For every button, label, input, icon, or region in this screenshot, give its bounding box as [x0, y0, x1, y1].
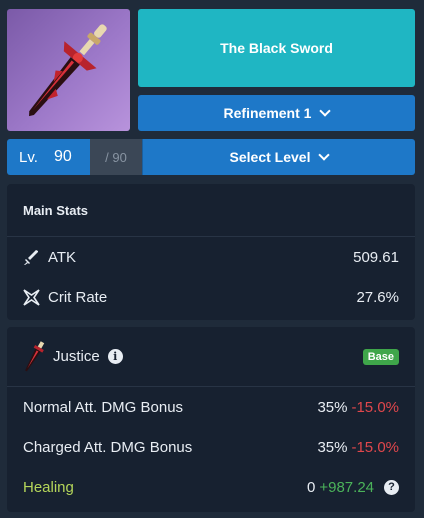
sword-icon: [25, 340, 45, 371]
stat-row-atk: ATK 509.61: [7, 237, 415, 277]
stat-label: Crit Rate: [48, 288, 108, 306]
stat-value: 27.6%: [356, 288, 399, 306]
passive-row-value: 0: [307, 478, 316, 496]
help-icon[interactable]: ?: [384, 479, 399, 495]
passive-row-label: Normal Att. DMG Bonus: [23, 398, 184, 416]
chevron-down-icon: [318, 149, 331, 161]
passive-row-value: 35%: [317, 438, 348, 456]
passive-row-delta: -15.0%: [351, 438, 399, 456]
passive-row-label: Healing: [23, 478, 74, 496]
sword-icon: [29, 24, 107, 117]
info-icon[interactable]: i: [107, 349, 123, 364]
stat-row-crit-rate: Crit Rate 27.6%: [7, 277, 415, 317]
main-stats-card: Main Stats ATK 509.61 Crit Rate 27.6%: [7, 184, 415, 320]
passive-row-delta: -15.0%: [351, 398, 399, 416]
passive-row-delta: +987.24: [319, 478, 374, 496]
passive-row-healing: Healing 0 +987.24 ?: [7, 467, 415, 507]
passive-header: Justice i Base: [7, 327, 415, 387]
weapon-image: [7, 9, 130, 131]
passive-card: Justice i Base Normal Att. DMG Bonus 35%…: [7, 327, 415, 512]
crit-star-icon: [23, 288, 40, 306]
passive-name: Justice: [53, 348, 100, 365]
level-prefix: Lv.: [7, 139, 50, 175]
level-selector: Lv. 90 / 90 Select Level: [7, 139, 415, 175]
refinement-dropdown[interactable]: Refinement 1: [138, 95, 415, 131]
stat-value: 509.61: [353, 248, 399, 266]
sword-stat-icon: [24, 249, 38, 265]
chevron-down-icon: [319, 105, 332, 117]
level-max: / 90: [90, 139, 142, 175]
passive-row-normal-att: Normal Att. DMG Bonus 35% -15.0%: [7, 387, 415, 427]
main-stats-title: Main Stats: [7, 184, 415, 237]
refinement-label: Refinement 1: [223, 105, 312, 121]
level-input[interactable]: 90: [50, 139, 90, 175]
select-level-dropdown[interactable]: Select Level: [142, 139, 415, 175]
stat-label: ATK: [48, 248, 77, 266]
select-level-label: Select Level: [229, 149, 311, 165]
passive-row-label: Charged Att. DMG Bonus: [23, 438, 193, 456]
passive-row-charged-att: Charged Att. DMG Bonus 35% -15.0%: [7, 427, 415, 467]
weapon-name: The Black Sword: [138, 9, 415, 87]
passive-row-value: 35%: [317, 398, 348, 416]
base-badge: Base: [362, 348, 399, 365]
